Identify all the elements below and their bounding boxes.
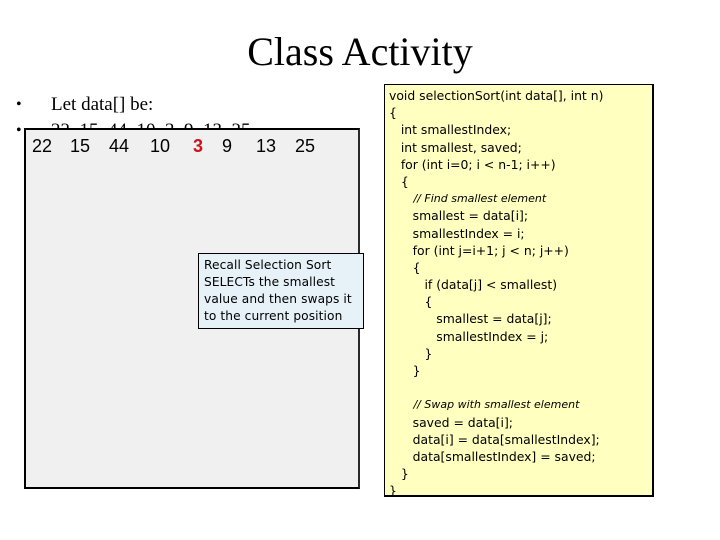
array-cell: 22 bbox=[32, 136, 53, 156]
code-line: { bbox=[389, 294, 433, 310]
code-line: } bbox=[389, 345, 433, 361]
code-line: smallest = data[i]; bbox=[389, 208, 529, 224]
code-line: int smallestIndex; bbox=[389, 122, 512, 138]
array-cell: 13 bbox=[256, 136, 277, 156]
bullet-text: Let data[] be: bbox=[51, 94, 154, 115]
code-line: data[smallestIndex] = saved; bbox=[389, 448, 596, 464]
slide-title: Class Activity bbox=[247, 29, 473, 74]
array-cell: 25 bbox=[295, 136, 316, 156]
note-line: to the current position bbox=[204, 309, 343, 323]
array-cell: 10 bbox=[150, 136, 171, 156]
code-line: } bbox=[389, 483, 397, 499]
code-listing: void selectionSort(int data[], int n) { i… bbox=[384, 84, 654, 499]
array-cell: 44 bbox=[109, 136, 130, 156]
callout-note: Recall Selection Sort SELECTs the smalle… bbox=[198, 253, 364, 329]
code-line: } bbox=[389, 466, 409, 482]
code-comment: // Find smallest element bbox=[389, 192, 547, 206]
array-cell-highlighted: 3 bbox=[193, 136, 204, 156]
array-cell: 15 bbox=[70, 136, 91, 156]
code-line: smallestIndex = j; bbox=[389, 328, 549, 344]
code-line: data[i] = data[smallestIndex]; bbox=[389, 431, 600, 447]
code-line: smallestIndex = i; bbox=[389, 225, 525, 241]
code-line: { bbox=[389, 259, 421, 275]
array-values-row: 22 15 44 10 3 9 13 25 bbox=[32, 134, 325, 158]
note-line: SELECTs the smallest bbox=[204, 275, 336, 289]
note-line: Recall Selection Sort bbox=[204, 258, 332, 272]
code-line: { bbox=[389, 173, 409, 189]
code-line: smallest = data[j]; bbox=[389, 311, 552, 327]
array-cell: 9 bbox=[222, 136, 233, 156]
code-line: saved = data[i]; bbox=[389, 414, 513, 430]
code-line: } bbox=[389, 363, 421, 378]
code-line: { bbox=[389, 105, 397, 121]
code-line: if (data[j] < smallest) bbox=[389, 277, 558, 293]
code-comment: // Swap with smallest element bbox=[389, 398, 580, 412]
code-line: void selectionSort(int data[], int n) bbox=[389, 88, 604, 103]
code-line: for (int j=i+1; j < n; j++) bbox=[389, 242, 569, 258]
bullet-item: • Let data[] be: bbox=[16, 94, 251, 120]
note-line: value and then swaps it bbox=[204, 292, 352, 306]
bullet-icon: • bbox=[16, 96, 22, 113]
code-line: int smallest, saved; bbox=[389, 139, 522, 155]
code-line: for (int i=0; i < n-1; i++) bbox=[389, 156, 556, 172]
